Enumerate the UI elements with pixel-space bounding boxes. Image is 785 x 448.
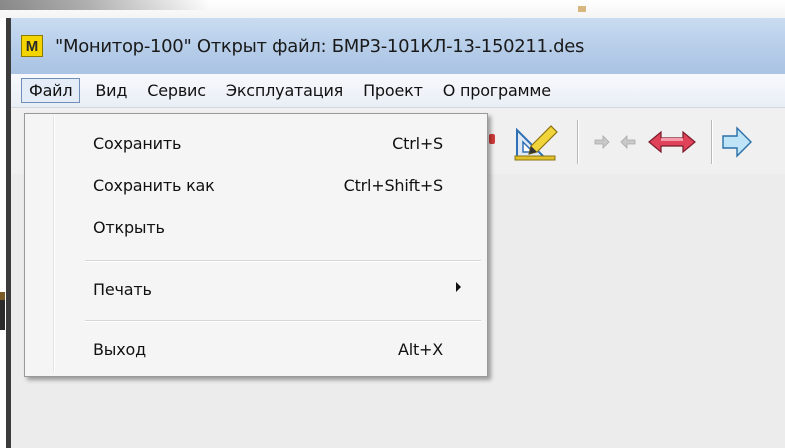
menu-item-label: Открыть	[93, 218, 165, 237]
menu-file[interactable]: Файл	[21, 78, 81, 103]
menu-operation[interactable]: Эксплуатация	[219, 78, 350, 103]
menu-separator	[85, 260, 481, 261]
red-bidirectional-arrow-icon[interactable]	[647, 122, 697, 162]
double-arrows-icon[interactable]	[593, 122, 637, 162]
edge-artifact	[0, 292, 5, 300]
red-tool-icon[interactable]	[489, 132, 497, 146]
file-menu-dropdown: Сохранить Ctrl+S Сохранить как Ctrl+Shif…	[24, 113, 488, 377]
screenshot: M "Монитор-100" Открыт файл: БМР3-101КЛ-…	[0, 0, 785, 448]
menu-bar: Файл Вид Сервис Эксплуатация Проект О пр…	[11, 74, 785, 108]
menu-item-print[interactable]: Печать	[27, 272, 483, 308]
edge-artifact	[0, 300, 5, 330]
menu-item-shortcut: Ctrl+Shift+S	[343, 176, 444, 195]
menu-item-label: Сохранить	[93, 134, 182, 153]
menu-item-save[interactable]: Сохранить Ctrl+S	[27, 126, 483, 162]
edge-artifact-dot	[578, 6, 586, 12]
menu-project[interactable]: Проект	[356, 78, 430, 103]
app-logo-icon[interactable]: M	[21, 35, 43, 57]
toolbar-separator	[711, 120, 712, 164]
menu-item-shortcut: Ctrl+S	[392, 134, 443, 153]
toolbar-separator	[577, 120, 578, 164]
menu-item-label: Сохранить как	[93, 176, 215, 195]
menu-item-label: Выход	[93, 340, 146, 359]
menu-item-open[interactable]: Открыть	[27, 210, 483, 246]
menu-item-label: Печать	[93, 280, 152, 299]
submenu-arrow-icon	[456, 282, 461, 292]
ruler-pencil-icon[interactable]	[511, 122, 561, 162]
menu-service[interactable]: Сервис	[140, 78, 213, 103]
desktop-edge	[0, 0, 785, 18]
menu-item-shortcut: Alt+X	[397, 340, 443, 359]
blue-arrow-icon[interactable]	[719, 122, 755, 162]
edge-artifact	[0, 0, 210, 10]
window-title: "Монитор-100" Открыт файл: БМР3-101КЛ-13…	[55, 35, 585, 57]
menu-item-exit[interactable]: Выход Alt+X	[27, 332, 483, 368]
menu-about[interactable]: О программе	[436, 78, 558, 103]
menu-separator	[85, 320, 481, 321]
menu-item-save-as[interactable]: Сохранить как Ctrl+Shift+S	[27, 168, 483, 204]
menu-view[interactable]: Вид	[88, 78, 134, 103]
title-bar[interactable]: M "Монитор-100" Открыт файл: БМР3-101КЛ-…	[11, 18, 785, 74]
